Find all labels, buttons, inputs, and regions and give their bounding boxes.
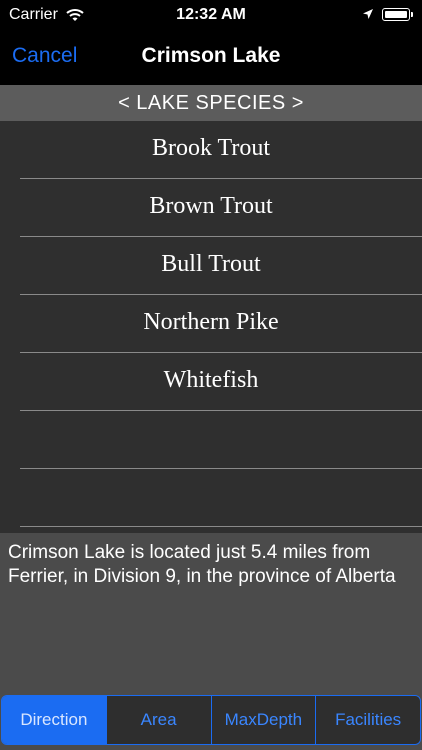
species-label: Northern Pike bbox=[143, 309, 279, 335]
species-list[interactable]: Brook Trout Brown Trout Bull Trout North… bbox=[0, 121, 422, 533]
location-arrow-icon bbox=[363, 9, 373, 19]
tab-facilities[interactable]: Facilities bbox=[316, 696, 420, 744]
segmented-control: Direction Area MaxDepth Facilities bbox=[1, 695, 421, 745]
species-row[interactable]: Brown Trout bbox=[0, 179, 422, 237]
row-separator bbox=[20, 526, 422, 527]
lake-description: Crimson Lake is located just 5.4 miles f… bbox=[0, 533, 422, 693]
info-tab-bar: Direction Area MaxDepth Facilities bbox=[0, 693, 422, 750]
empty-row[interactable] bbox=[0, 469, 422, 527]
empty-row[interactable] bbox=[0, 411, 422, 469]
tab-area[interactable]: Area bbox=[106, 696, 212, 744]
species-row[interactable]: Brook Trout bbox=[0, 121, 422, 179]
lake-species-header[interactable]: < LAKE SPECIES > bbox=[0, 85, 422, 121]
battery-icon bbox=[382, 8, 413, 21]
species-label: Bull Trout bbox=[161, 251, 261, 277]
navigation-bar: Cancel Crimson Lake bbox=[0, 30, 422, 84]
tab-maxdepth[interactable]: MaxDepth bbox=[211, 696, 317, 744]
species-label: Brown Trout bbox=[149, 193, 273, 219]
page-title: Crimson Lake bbox=[141, 44, 281, 67]
species-row[interactable]: Whitefish bbox=[0, 353, 422, 411]
species-row[interactable]: Northern Pike bbox=[0, 295, 422, 353]
tab-direction[interactable]: Direction bbox=[2, 696, 107, 744]
clock: 12:32 AM bbox=[176, 6, 246, 23]
species-label: Whitefish bbox=[163, 367, 259, 393]
species-row[interactable]: Bull Trout bbox=[0, 237, 422, 295]
species-label: Brook Trout bbox=[151, 135, 271, 161]
status-bar: Carrier 12:32 AM bbox=[0, 0, 422, 30]
